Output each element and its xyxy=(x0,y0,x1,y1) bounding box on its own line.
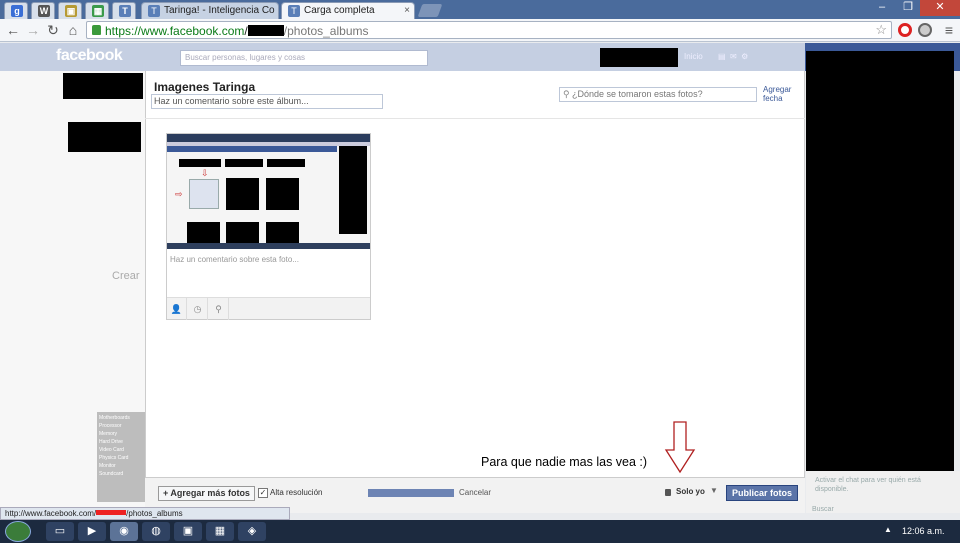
reload-icon[interactable]: ↻ xyxy=(44,22,62,38)
chat-search-input[interactable]: Buscar xyxy=(812,506,834,513)
redacted-username xyxy=(96,510,127,515)
clock-icon[interactable]: ◷ xyxy=(188,298,208,320)
lock-icon xyxy=(92,25,101,35)
pinned-tab-google[interactable]: g xyxy=(4,2,28,19)
hires-checkbox[interactable]: ✓ xyxy=(258,488,268,498)
tab-taringa[interactable]: T Taringa! - Inteligencia Co xyxy=(141,2,279,19)
redacted-block xyxy=(68,122,141,152)
start-button[interactable] xyxy=(5,521,31,542)
tag-person-icon[interactable]: 👤 xyxy=(167,298,187,320)
tab-label: Carga completa xyxy=(304,5,375,16)
background-create-text: Crear xyxy=(112,270,140,282)
lock-icon xyxy=(665,489,671,496)
app-icon[interactable]: ◈ xyxy=(238,522,266,541)
facebook-logo[interactable]: facebook xyxy=(56,47,123,65)
redacted-chat-sidebar xyxy=(806,51,954,471)
taringa-icon: T xyxy=(148,5,160,17)
add-more-photos-button[interactable]: + Agregar más fotos xyxy=(158,486,255,501)
url-text: https://www.facebook.com//photos_albums xyxy=(105,24,369,38)
album-comment-input[interactable]: Haz un comentario sobre este álbum... xyxy=(151,94,383,109)
upload-progress-bar xyxy=(368,489,454,497)
maximize-icon[interactable]: ❐ xyxy=(896,0,920,16)
media-player-icon[interactable]: ▶ xyxy=(78,522,106,541)
bookmark-star-icon[interactable]: ☆ xyxy=(875,22,887,38)
cancel-link[interactable]: Cancelar xyxy=(459,488,491,497)
chat-notice[interactable]: Activar el chat para ver quién está disp… xyxy=(815,476,945,494)
friend-requests-icon[interactable]: ▤ ✉ ⚙ xyxy=(718,52,748,61)
status-bar: http://www.facebook.com//photos_albums xyxy=(0,507,290,520)
hires-label: Alta resolución xyxy=(270,488,323,497)
extension-icon: ▣ xyxy=(65,5,77,17)
taringa-icon: T xyxy=(119,5,131,17)
nav-home-link[interactable]: Inicio xyxy=(684,52,703,61)
album-title[interactable]: Imagenes Taringa xyxy=(154,80,255,94)
tab-carga-completa[interactable]: T Carga completa × xyxy=(281,2,415,19)
forward-arrow-icon[interactable]: → xyxy=(24,22,42,38)
google-icon: g xyxy=(11,5,23,17)
tray-expand-icon[interactable]: ▲ xyxy=(884,525,892,534)
taringa-icon: T xyxy=(288,5,300,17)
divider xyxy=(145,118,805,119)
tab-label: Taringa! - Inteligencia Co xyxy=(164,5,275,16)
explorer-icon[interactable]: ▭ xyxy=(46,522,74,541)
photo-thumbnail[interactable]: ⇩ ⇨ xyxy=(167,134,370,249)
minimize-icon[interactable]: – xyxy=(870,0,894,16)
redacted-username xyxy=(247,25,284,36)
photo-actions: 👤 ◷ ⚲ xyxy=(167,297,370,320)
calculator-icon[interactable]: ▦ xyxy=(206,522,234,541)
pinned-tab-wordpress[interactable]: W xyxy=(31,2,55,19)
opera-icon[interactable] xyxy=(898,23,912,37)
eye-icon[interactable] xyxy=(918,23,932,37)
firefox-icon[interactable]: ◍ xyxy=(142,522,170,541)
close-tab-icon[interactable]: × xyxy=(404,3,410,18)
pinned-tab-taringa[interactable]: T xyxy=(112,2,136,19)
add-date-link[interactable]: Agregar fecha xyxy=(763,85,799,103)
upload-progress-fill xyxy=(368,489,454,497)
privacy-selector[interactable]: Solo yo xyxy=(676,487,705,496)
photo-comment-input[interactable]: Haz un comentario sobre esta foto... xyxy=(170,255,299,264)
redacted-block xyxy=(63,73,143,99)
grid-icon: ▦ xyxy=(92,5,104,17)
chevron-down-icon[interactable]: ▼ xyxy=(710,486,718,495)
annotation-text: Para que nadie mas las vea :) xyxy=(481,455,648,469)
location-input[interactable]: ⚲ ¿Dónde se tomaron estas fotos? xyxy=(559,87,757,102)
pinned-tab-extension[interactable]: ▣ xyxy=(58,2,82,19)
home-icon[interactable]: ⌂ xyxy=(64,22,82,38)
menu-icon[interactable]: ≡ xyxy=(940,22,958,38)
wordpress-icon: W xyxy=(38,5,50,17)
annotation-down-arrow xyxy=(664,421,696,474)
location-placeholder: ¿Dónde se tomaron estas fotos? xyxy=(572,89,703,99)
facebook-search-input[interactable]: Buscar personas, lugares y cosas xyxy=(180,50,428,66)
taskbar-clock: 12:06 a.m. xyxy=(902,526,945,536)
chrome-icon[interactable]: ◉ xyxy=(110,522,138,541)
display-icon[interactable]: ▣ xyxy=(174,522,202,541)
background-sidebar-list: Motherboards Processor Memory Hard Drive… xyxy=(97,412,145,502)
photo-card: ⇩ ⇨ Haz un comentario sobre esta foto...… xyxy=(166,133,371,320)
back-arrow-icon[interactable]: ← xyxy=(4,22,22,38)
publish-photos-button[interactable]: Publicar fotos xyxy=(726,485,799,501)
redacted-profile-name xyxy=(600,48,678,67)
address-bar[interactable]: https://www.facebook.com//photos_albums … xyxy=(86,21,892,39)
location-pin-icon[interactable]: ⚲ xyxy=(209,298,229,320)
close-window-icon[interactable]: ✕ xyxy=(920,0,960,16)
pinned-tab-grid[interactable]: ▦ xyxy=(85,2,109,19)
location-pin-icon: ⚲ xyxy=(563,89,570,99)
